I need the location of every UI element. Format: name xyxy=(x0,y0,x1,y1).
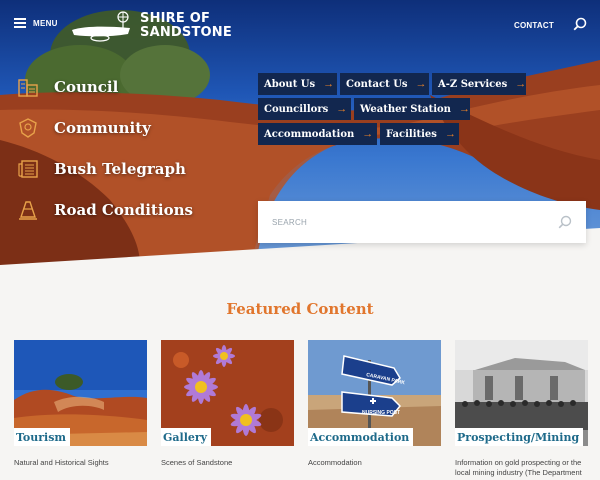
arrow-right-icon: → xyxy=(458,102,470,115)
card-title: Prospecting/Mining xyxy=(455,428,584,446)
search-icon[interactable] xyxy=(573,17,587,31)
page: MENU SHIRE OF SANDSTONE CONTACT Council … xyxy=(0,0,600,480)
menu-label: MENU xyxy=(33,18,58,28)
arrow-right-icon: → xyxy=(362,127,374,140)
logo-line-1: SHIRE OF xyxy=(140,11,211,26)
links-row: Councillors → Weather Station → xyxy=(258,98,526,120)
card-description: Information on gold prospecting or the l… xyxy=(455,458,582,477)
link-label: Facilities xyxy=(386,128,437,140)
card-image: Prospecting/Mining xyxy=(455,340,588,446)
search-input[interactable] xyxy=(272,217,558,227)
quicknav-label: Bush Telegraph xyxy=(54,159,186,178)
quicknav-council[interactable]: Council xyxy=(16,66,193,107)
featured-title: Featured Content xyxy=(226,300,374,318)
card-description: Accommodation xyxy=(308,458,362,467)
card-title: Accommodation xyxy=(308,428,414,446)
menu-button[interactable]: MENU xyxy=(14,18,58,28)
building-icon xyxy=(16,75,40,99)
quicknav-label: Council xyxy=(54,77,119,96)
community-emblem-icon xyxy=(16,116,40,140)
contact-link[interactable]: CONTACT xyxy=(514,21,554,30)
card-image: Tourism xyxy=(14,340,147,446)
quicknav-community[interactable]: Community xyxy=(16,107,193,148)
quicknav-road-conditions[interactable]: Road Conditions xyxy=(16,189,193,230)
hero-banner: MENU SHIRE OF SANDSTONE CONTACT Council … xyxy=(0,0,600,265)
card-tourism[interactable]: Tourism Natural and Historical Sights xyxy=(14,340,147,478)
card-description: Scenes of Sandstone xyxy=(161,458,233,467)
arrow-right-icon: → xyxy=(415,77,427,90)
windmill-logo-icon xyxy=(72,11,130,42)
link-accommodation[interactable]: Accommodation → xyxy=(258,123,377,145)
link-a-z-services[interactable]: A-Z Services → xyxy=(432,73,526,95)
link-contact-us[interactable]: Contact Us → xyxy=(340,73,429,95)
links-row: About Us → Contact Us → A-Z Services → xyxy=(258,73,526,95)
link-facilities[interactable]: Facilities → xyxy=(380,123,459,145)
card-gallery[interactable]: Gallery Scenes of Sandstone xyxy=(161,340,294,478)
arrow-right-icon: → xyxy=(336,102,348,115)
sign-nursing-text: NURSING POST xyxy=(362,410,400,416)
link-label: A-Z Services xyxy=(438,78,508,90)
link-weather-station[interactable]: Weather Station → xyxy=(354,98,470,120)
link-about-us[interactable]: About Us → xyxy=(258,73,337,95)
card-description: Natural and Historical Sights xyxy=(14,458,109,467)
card-prospecting-mining[interactable]: Prospecting/Mining Information on gold p… xyxy=(455,340,588,478)
quick-nav: Council Community Bush Telegraph Road Co… xyxy=(16,66,193,230)
traffic-cone-icon xyxy=(16,198,40,222)
newspaper-icon xyxy=(16,157,40,181)
quicknav-label: Road Conditions xyxy=(54,200,193,219)
links-row: Accommodation → Facilities → xyxy=(258,123,526,145)
arrow-right-icon: → xyxy=(323,77,335,90)
link-label: Accommodation xyxy=(264,128,355,140)
arrow-right-icon: → xyxy=(444,127,456,140)
site-search xyxy=(258,201,586,243)
logo-wordmark: SHIRE OF SANDSTONE xyxy=(140,12,232,40)
quicknav-label: Community xyxy=(54,118,151,137)
arrow-right-icon: → xyxy=(515,77,527,90)
link-label: Contact Us xyxy=(346,78,408,90)
card-image: CARAVAN PARK NURSING POST Accommodation xyxy=(308,340,441,446)
logo-line-2: SANDSTONE xyxy=(140,25,232,40)
search-icon[interactable] xyxy=(558,215,572,229)
link-label: Councillors xyxy=(264,103,329,115)
card-title: Tourism xyxy=(14,428,71,446)
card-accommodation[interactable]: CARAVAN PARK NURSING POST Accommodation … xyxy=(308,340,441,478)
quick-links: About Us → Contact Us → A-Z Services → Coun… xyxy=(258,73,526,148)
link-label: About Us xyxy=(264,78,316,90)
quicknav-bush-telegraph[interactable]: Bush Telegraph xyxy=(16,148,193,189)
top-bar: MENU SHIRE OF SANDSTONE CONTACT xyxy=(0,0,600,50)
shire-logo[interactable]: SHIRE OF SANDSTONE xyxy=(70,10,232,42)
card-image: Gallery xyxy=(161,340,294,446)
featured-cards: Tourism Natural and Historical Sights Ga… xyxy=(14,340,588,478)
link-label: Weather Station xyxy=(360,103,451,115)
link-councillors[interactable]: Councillors → xyxy=(258,98,351,120)
hamburger-icon xyxy=(14,18,26,28)
card-title: Gallery xyxy=(161,428,212,446)
